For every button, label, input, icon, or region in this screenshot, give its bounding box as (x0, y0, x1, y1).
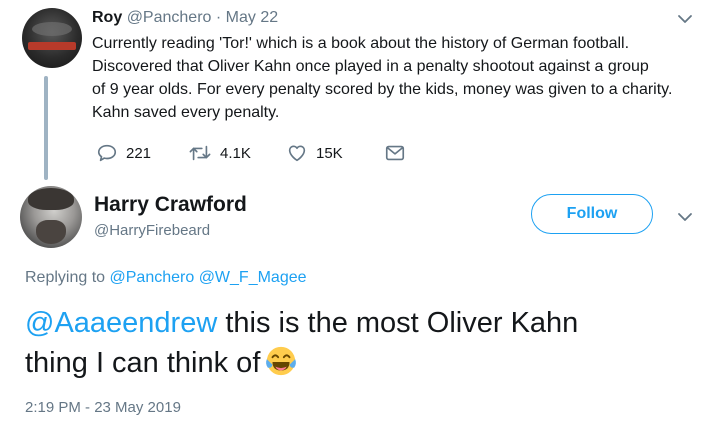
parent-tweet-line: Kahn saved every penalty. (92, 104, 280, 121)
tweet-body: @Aaaeendrew this is the most Oliver Kahn… (25, 303, 705, 383)
replying-to-line: Replying to @Panchero @W_F_Magee (25, 268, 307, 288)
parent-tweet-date[interactable]: May 22 (226, 9, 278, 26)
like-count: 15K (316, 144, 343, 162)
replying-mention[interactable]: @W_F_Magee (199, 269, 307, 286)
reply-count: 221 (126, 144, 152, 162)
retweet-icon (189, 145, 211, 161)
tweet-timestamp[interactable]: 2:19 PM - 23 May 2019 (25, 398, 181, 418)
tweet-text-part: this is the most Oliver Kahn (217, 307, 579, 339)
replying-mention[interactable]: @Panchero (110, 269, 195, 286)
harry-avatar[interactable] (20, 186, 82, 248)
like-action[interactable]: 15K (286, 141, 343, 165)
retweet-action[interactable]: 4.1K (188, 141, 251, 165)
parent-tweet-line: Currently reading 'Tor!' which is a book… (92, 35, 630, 52)
parent-tweet-text: Currently reading 'Tor!' which is a book… (92, 32, 702, 124)
follow-button[interactable]: Follow (531, 194, 653, 234)
reply-action[interactable]: 221 (96, 141, 151, 165)
thread-connector-line (44, 76, 48, 180)
roy-avatar[interactable] (22, 8, 82, 68)
author-handle[interactable]: @HarryFirebeard (94, 221, 210, 241)
parent-author-handle[interactable]: @Panchero (127, 9, 212, 26)
reply-icon (97, 144, 117, 162)
replying-to-label: Replying to (25, 269, 106, 286)
author-name[interactable]: Harry Crawford (94, 193, 247, 217)
parent-tweet-line: of 9 year olds. For every penalty scored… (92, 81, 673, 98)
direct-message-action[interactable] (384, 141, 406, 165)
parent-tweet-line: Discovered that Oliver Kahn once played … (92, 58, 649, 75)
envelope-icon (385, 145, 405, 161)
retweet-count: 4.1K (220, 144, 251, 162)
heart-icon (288, 145, 306, 162)
parent-chevron-down-icon[interactable] (676, 10, 694, 28)
mention-link[interactable]: @Aaaeendrew (25, 307, 217, 339)
tweet-chevron-down-icon[interactable] (676, 208, 694, 226)
face-with-tears-of-joy-icon (266, 346, 297, 376)
meta-separator: · (215, 9, 222, 26)
tweet-text-part: thing I can think of (25, 347, 261, 379)
parent-tweet-header: Roy @Panchero · May 22 (92, 8, 278, 28)
parent-author-name[interactable]: Roy (92, 9, 122, 26)
